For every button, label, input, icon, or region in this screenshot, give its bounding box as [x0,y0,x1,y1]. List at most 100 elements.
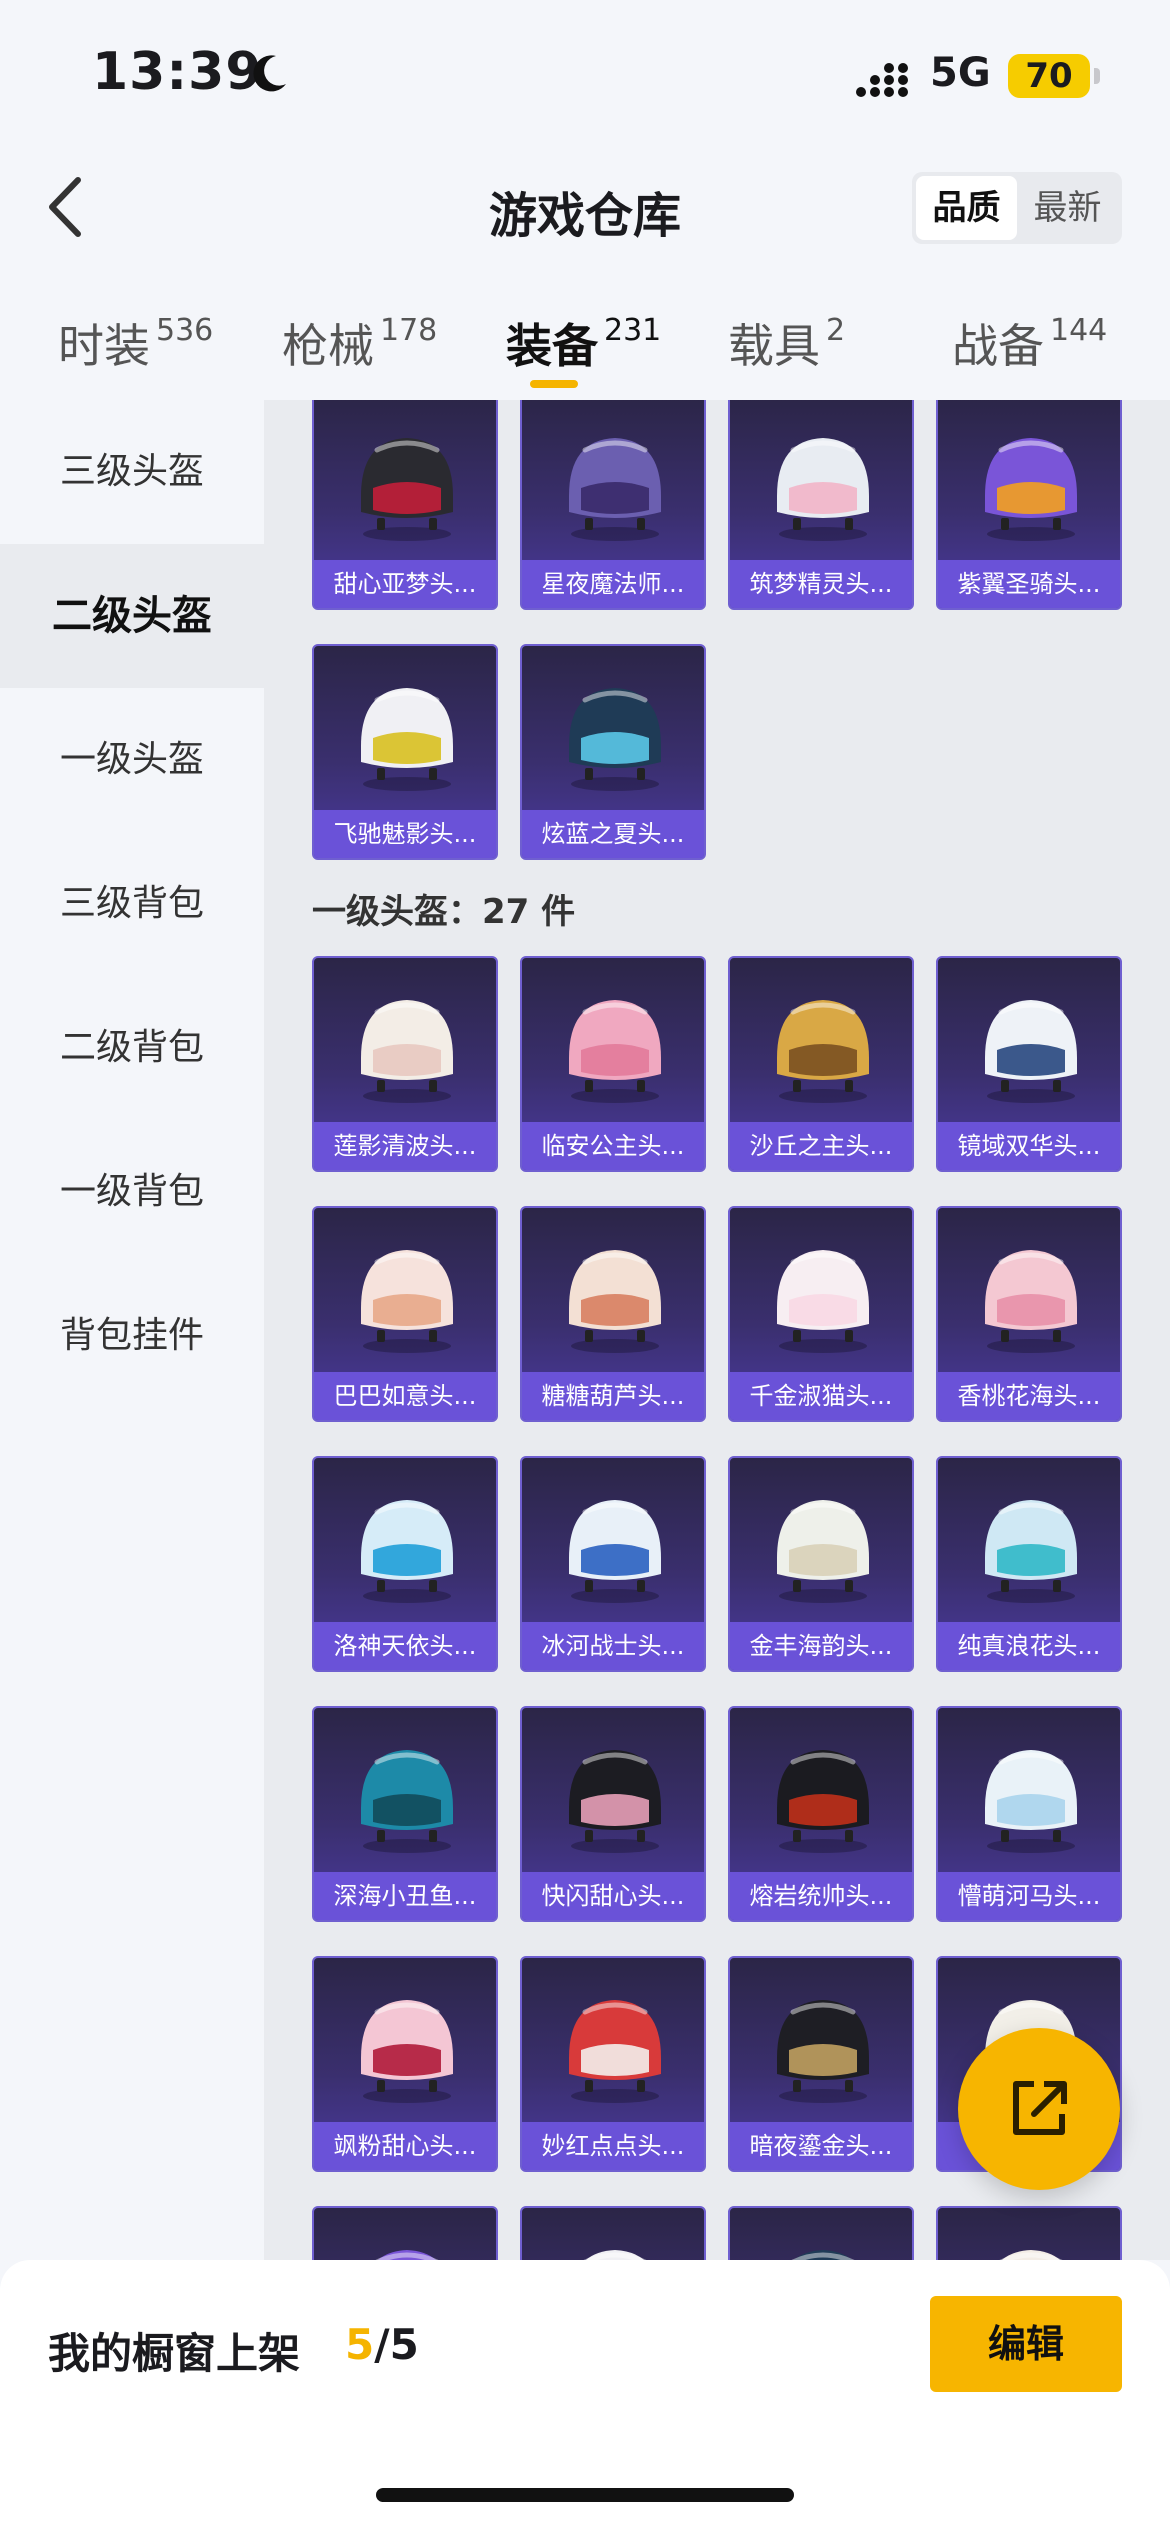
helmet-icon [361,1500,453,1603]
helmet-icon [777,1500,869,1603]
item-name: 飞驰魅影头... [314,810,496,858]
helmet-icon [361,688,453,791]
helmet-icon [777,438,869,541]
helmet-icon [569,1250,661,1353]
item-card[interactable]: 镜域双华头... [936,956,1122,1172]
helmet-icon [791,2250,855,2260]
battery-level: 70 [1008,54,1090,98]
network-type: 5G [930,50,991,96]
helmet-icon [361,1250,453,1353]
category-tabs: 时装 536 枪械 178 装备 231 载具 2 战备 144 [0,300,1170,400]
item-card[interactable]: 筑梦精灵头... [728,400,914,610]
home-indicator [376,2488,794,2502]
helmet-icon [999,2250,1063,2260]
tab-equipment[interactable]: 装备 231 [506,310,661,376]
sidebar-item-level1-backpack[interactable]: 一级背包 [0,1120,264,1264]
helmet-icon [777,1250,869,1353]
helmet-icon [777,2000,869,2103]
item-name: 巴巴如意头... [314,1372,496,1420]
item-card[interactable]: 沙丘之主头... [728,956,914,1172]
item-card[interactable]: 妙红点点头... [520,1956,706,2172]
item-name: 莲影清波头... [314,1122,496,1170]
sidebar-item-level3-helmet[interactable]: 三级头盔 [0,400,264,544]
item-card[interactable]: 冰河战士头... [520,1456,706,1672]
moon-icon [253,55,286,92]
active-tab-indicator [530,380,578,388]
item-card[interactable]: 飒粉甜心头... [312,1956,498,2172]
item-card[interactable]: 洛神天依头... [312,1456,498,1672]
item-name: 炫蓝之夏头... [522,810,704,858]
tab-guns[interactable]: 枪械 178 [282,310,437,376]
item-name: 飒粉甜心头... [314,2122,496,2170]
item-card[interactable]: 紫翼圣骑头... [936,400,1122,610]
sidebar-item-backpack-charm[interactable]: 背包挂件 [0,1264,264,1408]
tab-vehicles[interactable]: 载具 2 [728,310,845,376]
helmet-icon [569,2000,661,2103]
status-time: 13:39 [92,42,263,102]
sidebar-item-level2-backpack[interactable]: 二级背包 [0,976,264,1120]
sort-quality-button[interactable]: 品质 [916,176,1017,240]
helmet-icon [375,2250,439,2260]
item-name: 糖糖葫芦头... [522,1372,704,1420]
item-name: 临安公主头... [522,1122,704,1170]
item-name: 快闪甜心头... [522,1872,704,1920]
tab-fashion[interactable]: 时装 536 [58,310,213,376]
item-card[interactable]: 暗夜鎏金头... [728,1956,914,2172]
item-card[interactable]: 莲影清波头... [312,956,498,1172]
share-button[interactable] [958,2028,1120,2190]
signal-icon [856,63,908,97]
item-card[interactable]: 千金淑猫头... [728,1206,914,1422]
sidebar-item-level1-helmet[interactable]: 一级头盔 [0,688,264,832]
item-card[interactable]: 炫蓝之夏头... [520,644,706,860]
item-name: 金丰海韵头... [730,1622,912,1670]
item-card[interactable]: 星夜魔法师... [520,400,706,610]
item-name: 深海小丑鱼... [314,1872,496,1920]
helmet-icon [361,1000,453,1103]
tab-combat-gear[interactable]: 战备 144 [952,310,1107,376]
item-card[interactable]: 懵萌河马头... [936,1706,1122,1922]
item-card[interactable]: 巴巴如意头... [312,1206,498,1422]
item-name: 暗夜鎏金头... [730,2122,912,2170]
sort-toggle: 品质 最新 [912,172,1122,244]
item-name: 懵萌河马头... [938,1872,1120,1920]
helmet-icon [985,438,1077,541]
item-name: 镜域双华头... [938,1122,1120,1170]
item-name: 熔岩统帅头... [730,1872,912,1920]
helmet-icon [569,1000,661,1103]
item-name: 千金淑猫头... [730,1372,912,1420]
helmet-icon [583,2250,647,2260]
helmet-icon [569,438,661,541]
sidebar-item-level3-backpack[interactable]: 三级背包 [0,832,264,976]
item-card[interactable] [728,2206,914,2260]
helmet-icon [985,1500,1077,1603]
item-card[interactable]: 纯真浪花头... [936,1456,1122,1672]
showcase-label: 我的橱窗上架 [48,2329,301,2378]
item-card[interactable]: 熔岩统帅头... [728,1706,914,1922]
item-card[interactable] [312,2206,498,2260]
item-card[interactable]: 糖糖葫芦头... [520,1206,706,1422]
item-card[interactable]: 甜心亚梦头... [312,400,498,610]
sort-latest-button[interactable]: 最新 [1017,176,1118,240]
helmet-icon [985,1250,1077,1353]
item-card[interactable] [936,2206,1122,2260]
battery-cap [1094,68,1100,84]
helmet-icon [361,1750,453,1853]
item-grid: 一级头盔：27 件 甜心亚梦头... 星夜魔法师... 筑梦精灵头... 紫翼圣… [264,400,1170,2260]
item-name: 筑梦精灵头... [730,560,912,608]
item-card[interactable] [520,2206,706,2260]
item-card[interactable]: 深海小丑鱼... [312,1706,498,1922]
item-name: 香桃花海头... [938,1372,1120,1420]
item-card[interactable]: 香桃花海头... [936,1206,1122,1422]
item-name: 甜心亚梦头... [314,560,496,608]
item-card[interactable]: 快闪甜心头... [520,1706,706,1922]
item-card[interactable]: 飞驰魅影头... [312,644,498,860]
helmet-icon [569,688,661,791]
item-name: 洛神天依头... [314,1622,496,1670]
item-card[interactable]: 金丰海韵头... [728,1456,914,1672]
item-name: 星夜魔法师... [522,560,704,608]
helmet-icon [985,1000,1077,1103]
item-card[interactable]: 临安公主头... [520,956,706,1172]
edit-button[interactable]: 编辑 [930,2296,1122,2392]
sidebar-item-level2-helmet[interactable]: 二级头盔 [0,544,264,688]
helmet-icon [361,2000,453,2103]
